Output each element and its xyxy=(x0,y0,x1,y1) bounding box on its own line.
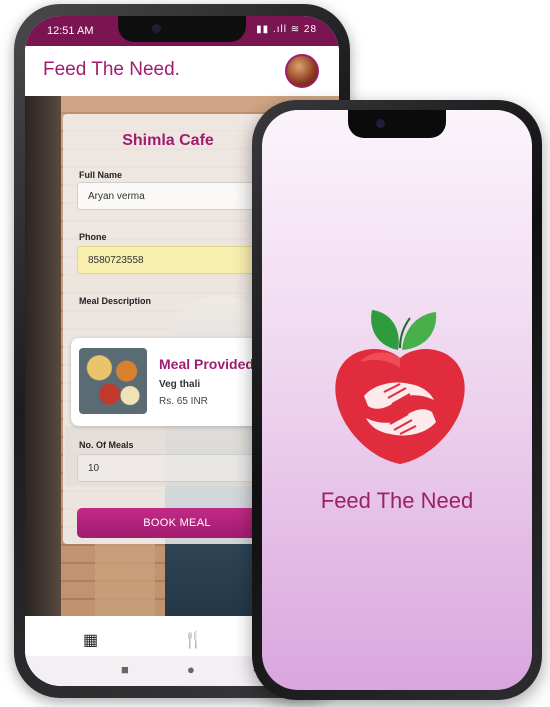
apple-hands-logo-icon xyxy=(335,310,465,464)
phone-label: Phone xyxy=(79,232,107,242)
full-name-label: Full Name xyxy=(79,170,123,180)
home-icon[interactable]: ● xyxy=(187,662,195,677)
splash-screen: Feed The Need xyxy=(262,110,532,690)
meal-card[interactable]: Meal Provided Veg thali Rs. 65 INR xyxy=(71,338,276,426)
booking-form: Shimla Cafe Full Name Aryan verma Phone … xyxy=(63,114,277,544)
avatar[interactable] xyxy=(285,54,319,88)
camera-notch xyxy=(348,110,446,138)
camera-icon xyxy=(376,119,385,128)
meal-card-title: Meal Provided xyxy=(159,356,254,372)
status-time: 12:51 AM xyxy=(47,25,94,37)
meal-name: Veg thali xyxy=(159,379,201,390)
meals-icon[interactable]: 🍴 xyxy=(183,630,203,650)
meal-price: Rs. 65 INR xyxy=(159,396,208,407)
camera-notch xyxy=(118,16,246,42)
meal-image xyxy=(79,348,147,414)
dashboard-icon[interactable]: ▦ xyxy=(83,630,98,650)
book-meal-button[interactable]: BOOK MEAL xyxy=(77,508,277,538)
recent-apps-icon[interactable]: ■ xyxy=(121,662,129,677)
cafe-name: Shimla Cafe xyxy=(122,132,214,149)
app-title: Feed The Need. xyxy=(43,59,180,80)
splash-tagline: Feed The Need xyxy=(320,488,474,513)
app-bar: Feed The Need. xyxy=(25,46,339,96)
phone-field[interactable]: 8580723558 xyxy=(77,246,277,274)
status-icons: ▮▮ .ıll ≋ 28 xyxy=(256,24,317,35)
camera-icon xyxy=(152,24,161,33)
meals-count-field[interactable]: 10 xyxy=(77,454,277,482)
full-name-field[interactable]: Aryan verma xyxy=(77,182,277,210)
front-phone: Feed The Need xyxy=(252,100,542,700)
meal-description-label: Meal Description xyxy=(79,296,152,306)
meals-count-label: No. Of Meals xyxy=(79,440,134,450)
